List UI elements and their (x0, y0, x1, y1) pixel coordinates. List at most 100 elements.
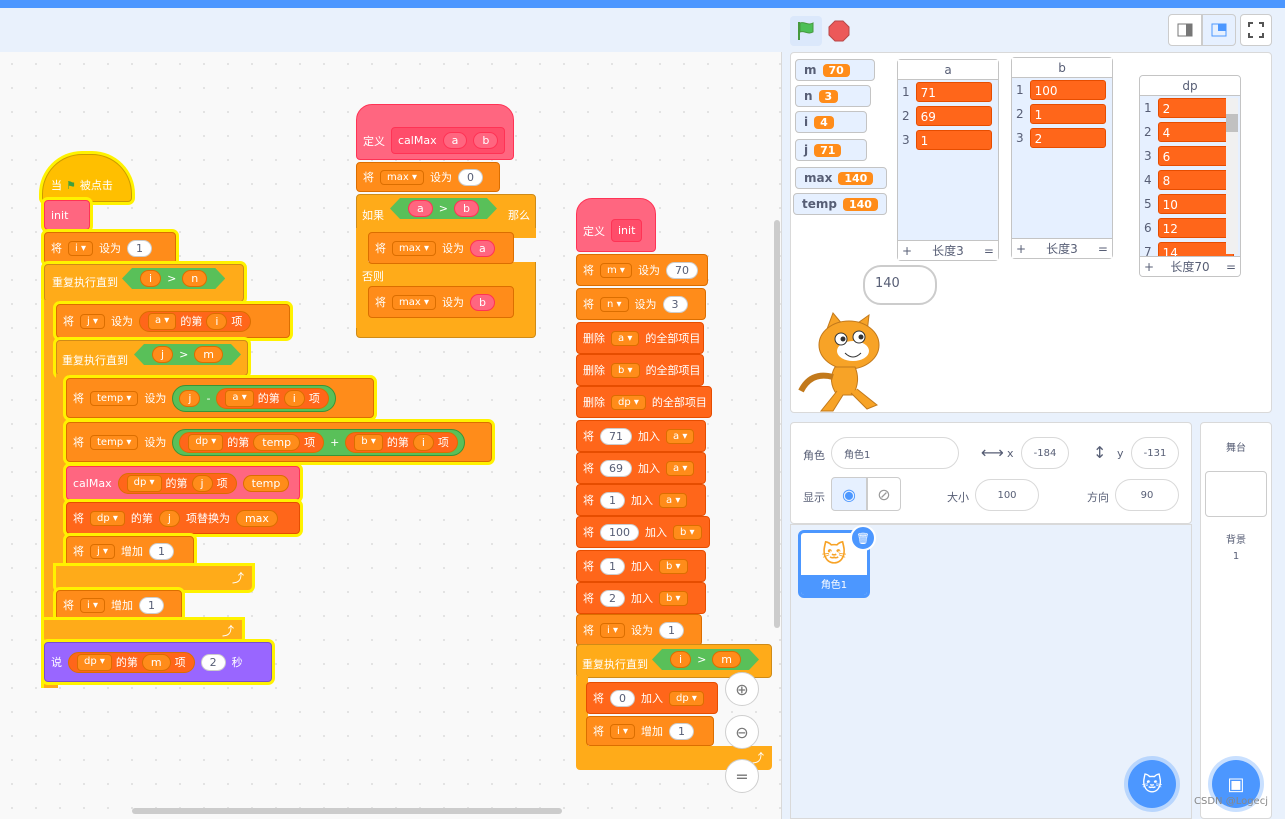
variable-monitor[interactable]: m 70 (795, 59, 875, 81)
change-j-block[interactable]: 将j 增加 1 (66, 536, 194, 566)
value-input[interactable]: 70 (665, 261, 698, 279)
value-input[interactable]: 2 (600, 589, 625, 607)
list-dropdown[interactable]: dp (90, 510, 125, 526)
idx[interactable]: i (283, 389, 305, 407)
stage[interactable]: m 70 n 3 i 4 j 71 max 140 temp 140 a 1 71 2 69 3 1 + 长度3 =… (790, 52, 1272, 413)
reporter-max[interactable]: max (235, 509, 278, 527)
var-dropdown[interactable]: b (611, 362, 640, 378)
variable-monitor[interactable]: temp 140 (793, 193, 887, 215)
resize-handle[interactable]: = (984, 244, 994, 258)
list-monitor-b[interactable]: b 1 100 2 1 3 2 + 长度3 = (1011, 57, 1113, 259)
list-row[interactable]: 5 10 (1140, 192, 1240, 216)
list-dropdown[interactable]: a (659, 492, 688, 508)
idx[interactable]: i (206, 312, 228, 330)
zoom-reset-button[interactable]: = (725, 759, 759, 793)
var-dropdown[interactable]: m (600, 262, 632, 278)
init-row-block[interactable]: 将 1 加入 b (576, 550, 706, 582)
var-dropdown[interactable]: i (80, 597, 105, 613)
list-cell[interactable]: 10 (1157, 194, 1234, 214)
list-cell[interactable]: 8 (1157, 170, 1234, 190)
condition-a-gt-b[interactable]: a > b (390, 198, 497, 219)
size-input[interactable]: 100 (975, 479, 1039, 511)
idx[interactable]: j (191, 474, 213, 492)
list-dropdown[interactable]: b (673, 524, 702, 540)
list-cell[interactable]: 14 (1157, 242, 1234, 256)
idx[interactable]: temp (253, 433, 301, 451)
list-dropdown[interactable]: a (666, 428, 695, 444)
item-of-list[interactable]: b的第i项 (345, 431, 458, 453)
list-monitor-dp[interactable]: dp 1 2 2 4 3 6 4 8 5 10 6 12 7 14 + 长度70 = (1139, 75, 1241, 277)
set-temp-2-block[interactable]: 将temp设为dp的第temp项+b的第i项 (66, 422, 492, 462)
set-temp-1-block[interactable]: 将 temp 设为 j-a的第i项 (66, 378, 374, 418)
list-cell[interactable]: 1 (915, 130, 992, 150)
green-flag-button[interactable] (790, 16, 822, 46)
list-cell[interactable]: 2 (1157, 98, 1234, 118)
list-dropdown[interactable]: a (666, 460, 695, 476)
param-b[interactable]: b (470, 293, 495, 311)
var-dropdown[interactable]: i (610, 723, 635, 739)
variable-monitor[interactable]: j 71 (795, 139, 867, 161)
var-dropdown[interactable]: dp (611, 394, 646, 410)
list-row[interactable]: 6 12 (1140, 216, 1240, 240)
init-row-block[interactable]: 将 100 加入 b (576, 516, 710, 548)
init-row-block[interactable]: 将 2 加入 b (576, 582, 706, 614)
init-row-block[interactable]: 将 71 加入 a (576, 420, 706, 452)
list-row[interactable]: 7 14 (1140, 240, 1240, 256)
reporter-m[interactable]: m (194, 346, 223, 363)
code-area[interactable]: 当 ⚑ 被点击 init 将i设为1 重复执行直到 i>n 将j设为a的第i项 … (0, 52, 782, 819)
x-input[interactable]: -184 (1021, 437, 1069, 469)
when-flag-clicked-hat[interactable]: 当 ⚑ 被点击 (42, 154, 132, 202)
set-i-block[interactable]: 将i 设为 1 (44, 232, 176, 264)
var-dropdown[interactable]: temp (90, 434, 139, 450)
list-row[interactable]: 21 (1012, 102, 1112, 126)
condition-i-gt-n[interactable]: i > n (122, 268, 225, 289)
reporter-i[interactable]: i (670, 651, 691, 668)
horizontal-scrollbar[interactable] (132, 808, 562, 814)
add-0-to-dp-block[interactable]: 将 0 加入 dp (586, 682, 718, 714)
param-b[interactable]: b (454, 200, 479, 217)
item-of-list[interactable]: dp的第j项 (117, 472, 237, 494)
init-row-block[interactable]: 将n 设为 3 (576, 288, 706, 320)
value-input[interactable]: 1 (138, 596, 164, 614)
minus-operator[interactable]: j-a的第i项 (172, 384, 336, 412)
value-input[interactable]: 3 (662, 295, 688, 313)
var-dropdown[interactable]: i (600, 622, 625, 638)
reporter-n[interactable]: n (182, 270, 207, 287)
param-a[interactable]: a (470, 239, 495, 257)
value-input[interactable]: 1 (668, 722, 694, 740)
list-dropdown[interactable]: b (354, 433, 383, 451)
init-call-block[interactable]: init (44, 200, 90, 230)
set-max-b-block[interactable]: 将 max 设为 b (368, 286, 514, 318)
y-input[interactable]: -131 (1131, 437, 1179, 469)
list-dropdown[interactable]: dp (669, 690, 704, 706)
list-dropdown[interactable]: b (659, 590, 688, 606)
set-max-0-block[interactable]: 将 max 设为 0 (356, 162, 500, 192)
fullscreen-button[interactable] (1240, 14, 1272, 46)
var-dropdown[interactable]: i (68, 240, 93, 256)
value-input[interactable]: 0 (610, 689, 635, 707)
var-dropdown[interactable]: a (611, 330, 640, 346)
resize-handle[interactable]: = (1226, 260, 1236, 274)
list-row[interactable]: 24 (1140, 120, 1240, 144)
init-row-block[interactable]: 将m 设为 70 (576, 254, 708, 286)
set-max-a-block[interactable]: 将 max 设为 a (368, 232, 514, 264)
reporter-temp[interactable]: temp (242, 474, 290, 492)
init-row-block[interactable]: 删除 dp 的全部项目 (576, 386, 712, 418)
value-input[interactable]: 1 (600, 491, 625, 509)
resize-handle[interactable]: = (1098, 242, 1108, 256)
list-row[interactable]: 32 (1012, 126, 1112, 150)
value-input[interactable]: 1 (658, 621, 684, 639)
idx[interactable]: j (158, 509, 180, 527)
idx[interactable]: m (141, 653, 171, 671)
list-dropdown[interactable]: a (147, 312, 177, 330)
value-input[interactable]: 1 (600, 557, 625, 575)
list-row[interactable]: 12 (1140, 96, 1240, 120)
zoom-out-button[interactable]: ⊖ (725, 715, 759, 749)
small-stage-button[interactable] (1168, 14, 1202, 46)
reporter-i[interactable]: i (140, 270, 161, 287)
list-cell[interactable]: 12 (1157, 218, 1234, 238)
list-cell[interactable]: 71 (915, 82, 992, 102)
init-row-block[interactable]: 将 69 加入 a (576, 452, 706, 484)
add-sprite-button[interactable]: 🐱 (1128, 760, 1176, 808)
list-cell[interactable]: 100 (1029, 80, 1106, 100)
